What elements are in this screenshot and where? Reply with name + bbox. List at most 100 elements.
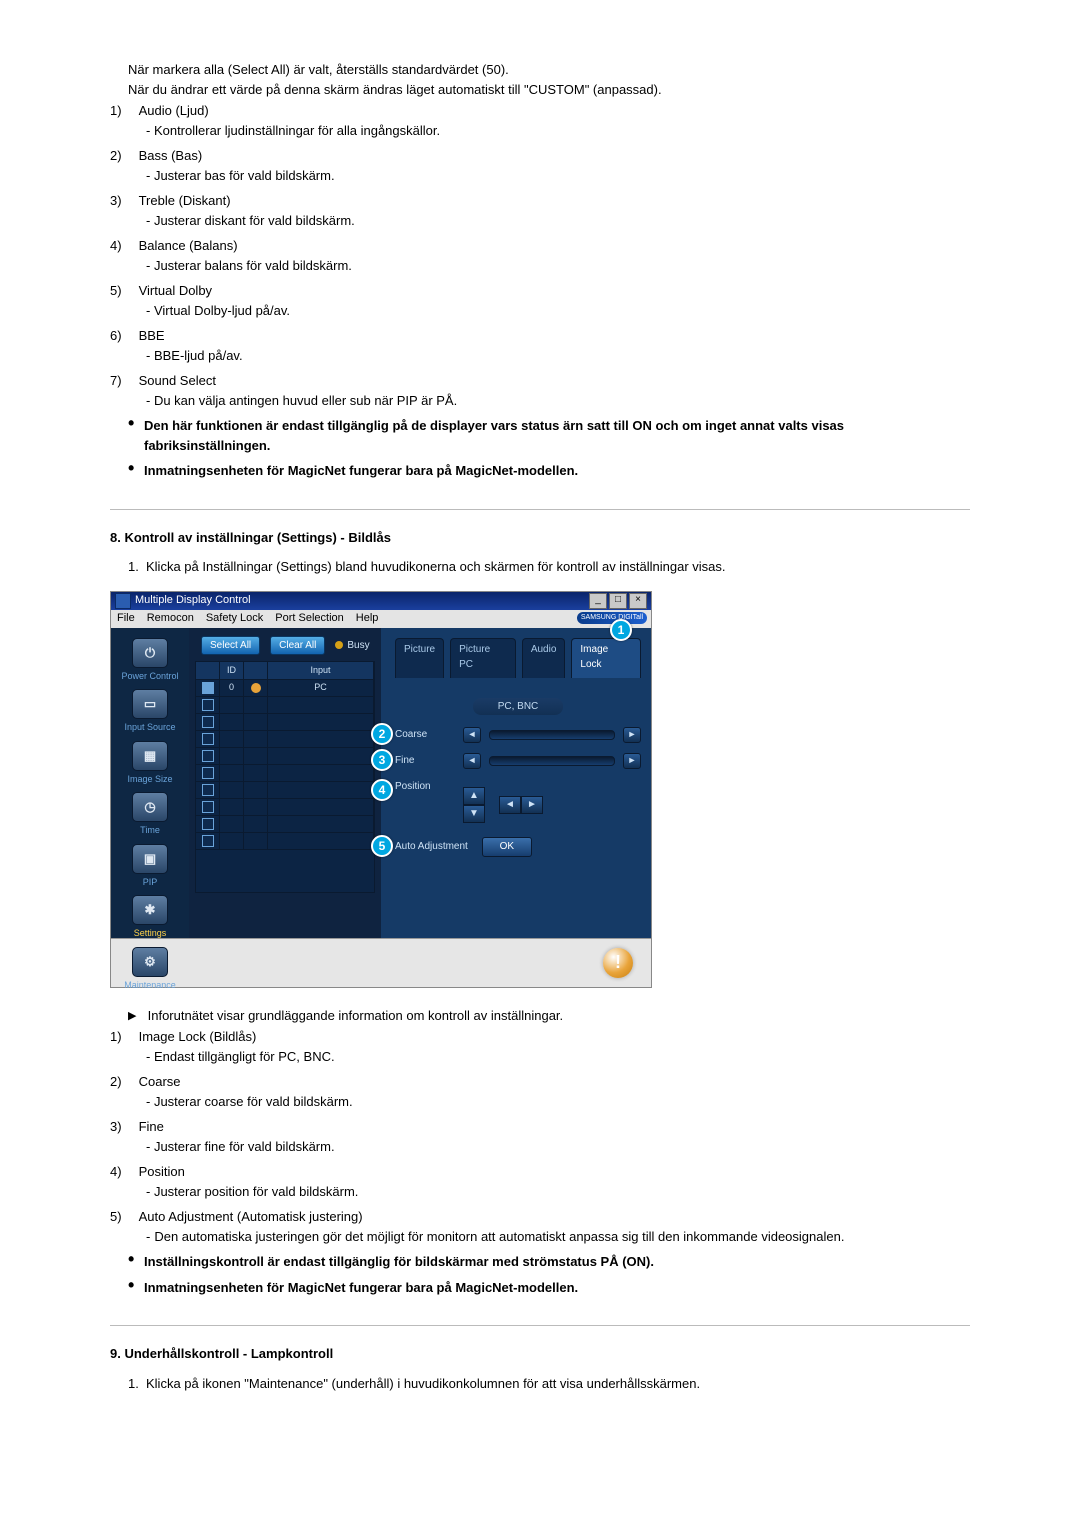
ok-button[interactable]: OK (482, 837, 532, 857)
item-desc: - Justerar bas för vald bildskärm. (146, 166, 970, 186)
menu-safety-lock[interactable]: Safety Lock (206, 610, 263, 627)
sidebar-icon: ▦ (132, 741, 168, 771)
tab-picture-pc[interactable]: Picture PC (450, 638, 516, 678)
window-max-button[interactable]: □ (609, 593, 627, 609)
menu-file[interactable]: File (117, 610, 135, 627)
sidebar-item-time[interactable]: ◷Time (119, 792, 181, 838)
row-checkbox[interactable] (196, 731, 220, 748)
row-input (268, 748, 374, 765)
row-status-icon (244, 748, 268, 765)
row-checkbox[interactable] (196, 714, 220, 731)
callout-3: 3 (371, 749, 393, 771)
row-input (268, 731, 374, 748)
bullet-icon: • (128, 1278, 144, 1298)
item-title: Auto Adjustment (Automatisk justering) (139, 1209, 363, 1224)
sidebar-item-label: Maintenance (119, 979, 181, 993)
item-desc: - Du kan välja antingen huvud eller sub … (146, 391, 970, 411)
fine-inc-button[interactable]: ► (623, 753, 641, 769)
sidebar-item-power-control[interactable]: ⏻ Power Control (119, 638, 181, 684)
divider (110, 509, 970, 510)
intro-line-2: När du ändrar ett värde på denna skärm ä… (128, 80, 970, 100)
row-checkbox[interactable] (196, 680, 220, 697)
menu-help[interactable]: Help (356, 610, 379, 627)
arrow-down-icon[interactable]: ▼ (463, 805, 485, 823)
tab-audio[interactable]: Audio (522, 638, 566, 678)
row-id (220, 799, 244, 816)
row-status-icon (244, 782, 268, 799)
position-left-right-control[interactable]: ◄ ► (499, 796, 543, 814)
sidebar-item-maintenance[interactable]: ⚙Maintenance (119, 947, 181, 993)
menu-port-selection[interactable]: Port Selection (275, 610, 343, 627)
arrow-right-icon[interactable]: ► (521, 796, 543, 814)
row-status-icon (244, 799, 268, 816)
bullet-text: Inmatningsenheten för MagicNet fungerar … (144, 461, 970, 481)
coarse-dec-button[interactable]: ◄ (463, 727, 481, 743)
row-checkbox[interactable] (196, 748, 220, 765)
divider (110, 1325, 970, 1326)
row-input: PC (268, 680, 374, 697)
row-status-icon (244, 680, 268, 697)
menubar: File Remocon Safety Lock Port Selection … (111, 610, 651, 628)
source-label: PC, BNC (473, 698, 563, 715)
sidebar-item-image-size[interactable]: ▦Image Size (119, 741, 181, 787)
fine-dec-button[interactable]: ◄ (463, 753, 481, 769)
sidebar-item-label: Power Control (119, 670, 181, 684)
item-desc: - Justerar position för vald bildskärm. (146, 1182, 970, 1202)
col-status (244, 662, 268, 680)
app-icon (115, 593, 131, 609)
sidebar-icon: ⏻ (132, 638, 168, 668)
sidebar-item-settings[interactable]: ✱Settings (119, 895, 181, 941)
clear-all-button[interactable]: Clear All (270, 636, 325, 655)
coarse-inc-button[interactable]: ► (623, 727, 641, 743)
item-desc: - Kontrollerar ljudinställningar för all… (146, 121, 970, 141)
sidebar-item-input-source[interactable]: ▭Input Source (119, 689, 181, 735)
row-checkbox[interactable] (196, 816, 220, 833)
menu-remocon[interactable]: Remocon (147, 610, 194, 627)
item-number: 6) (110, 326, 139, 346)
item-title: Position (139, 1164, 185, 1179)
position-label: Position (395, 779, 455, 794)
auto-adjust-label: Auto Adjustment (395, 839, 468, 854)
select-all-button[interactable]: Select All (201, 636, 260, 655)
tab-image-lock-label: Image Lock (580, 644, 608, 670)
fine-slider[interactable] (489, 756, 615, 766)
item-desc: - Justerar fine för vald bildskärm. (146, 1137, 970, 1157)
arrow-up-icon[interactable]: ▲ (463, 787, 485, 805)
row-checkbox[interactable] (196, 697, 220, 714)
row-id (220, 748, 244, 765)
item-desc: - Justerar diskant för vald bildskärm. (146, 211, 970, 231)
tab-image-lock[interactable]: Image Lock 1 (571, 638, 641, 678)
item-number: 2) (110, 1072, 139, 1092)
col-id: ID (220, 662, 244, 680)
row-checkbox[interactable] (196, 799, 220, 816)
position-up-down-control[interactable]: ▲ ▼ (463, 787, 485, 823)
section9-step1: Klicka på ikonen "Maintenance" (underhål… (146, 1374, 970, 1394)
row-id (220, 816, 244, 833)
titlebar[interactable]: Multiple Display Control _ □ × (111, 592, 651, 610)
row-checkbox[interactable] (196, 833, 220, 850)
callout-2: 2 (371, 723, 393, 745)
item-title: Sound Select (139, 373, 216, 388)
step-number: 1. (128, 557, 146, 577)
sidebar-item-pip[interactable]: ▣PIP (119, 844, 181, 890)
window-min-button[interactable]: _ (589, 593, 607, 609)
sidebar-icon: ✱ (132, 895, 168, 925)
window-close-button[interactable]: × (629, 593, 647, 609)
step-number: 1. (128, 1374, 146, 1394)
coarse-slider[interactable] (489, 730, 615, 740)
item-desc: - BBE-ljud på/av. (146, 346, 970, 366)
callout-4: 4 (371, 779, 393, 801)
arrow-left-icon[interactable]: ◄ (499, 796, 521, 814)
row-checkbox[interactable] (196, 782, 220, 799)
row-id (220, 833, 244, 850)
row-checkbox[interactable] (196, 765, 220, 782)
tab-picture[interactable]: Picture (395, 638, 444, 678)
app-statusbar: ! (111, 938, 651, 987)
item-desc: - Justerar balans för vald bildskärm. (146, 256, 970, 276)
section8-title: 8. Kontroll av inställningar (Settings) … (110, 528, 970, 548)
bullet-text: Inställningskontroll är endast tillgängl… (144, 1252, 970, 1272)
item-title: Coarse (139, 1074, 181, 1089)
item-number: 1) (110, 1027, 139, 1047)
item-desc: - Endast tillgängligt för PC, BNC. (146, 1047, 970, 1067)
row-id: 0 (220, 680, 244, 697)
